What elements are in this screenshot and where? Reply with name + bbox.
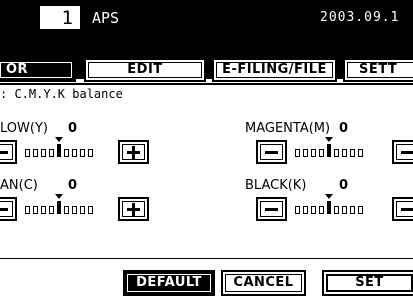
tab-efiling-file[interactable]: E-FILING/FILE <box>212 58 337 82</box>
cyan-balance-scale <box>25 194 96 214</box>
black-increase-button[interactable] <box>392 197 413 221</box>
yellow-label: LOW(Y) <box>0 121 48 136</box>
cyan-decrease-button[interactable] <box>0 197 17 221</box>
tab-setting[interactable]: SETT <box>343 58 413 82</box>
magenta-increase-button[interactable] <box>392 140 413 164</box>
date-display: 2003.09.1 <box>320 10 400 25</box>
tab-color[interactable]: OR <box>0 58 76 82</box>
paper-mode-label: APS <box>92 9 120 27</box>
black-indicator-icon <box>325 194 333 214</box>
cyan-indicator-icon <box>55 194 63 214</box>
copy-count-display: 1 <box>40 6 80 29</box>
black-decrease-button[interactable] <box>256 197 287 221</box>
panel-subtitle: : C.M.Y.K balance <box>0 87 123 101</box>
black-balance-scale <box>295 194 366 214</box>
yellow-increase-button[interactable] <box>118 140 149 164</box>
tab-edit[interactable]: EDIT <box>84 58 206 82</box>
default-button[interactable]: DEFAULT <box>123 270 215 296</box>
cyan-label: AN(C) <box>0 178 38 193</box>
yellow-balance-scale <box>25 137 96 157</box>
yellow-decrease-button[interactable] <box>0 140 17 164</box>
black-label: BLACK(K) <box>245 178 307 193</box>
yellow-indicator-icon <box>55 137 63 157</box>
cancel-button[interactable]: CANCEL <box>221 270 306 296</box>
magenta-decrease-button[interactable] <box>256 140 287 164</box>
set-button[interactable]: SET <box>322 270 413 296</box>
magenta-value: 0 <box>339 121 349 136</box>
cyan-value: 0 <box>68 178 78 193</box>
black-value: 0 <box>339 178 349 193</box>
cyan-increase-button[interactable] <box>118 197 149 221</box>
magenta-indicator-icon <box>325 137 333 157</box>
balance-panel <box>0 83 413 259</box>
yellow-value: 0 <box>68 121 78 136</box>
magenta-label: MAGENTA(M) <box>245 121 331 136</box>
magenta-balance-scale <box>295 137 366 157</box>
